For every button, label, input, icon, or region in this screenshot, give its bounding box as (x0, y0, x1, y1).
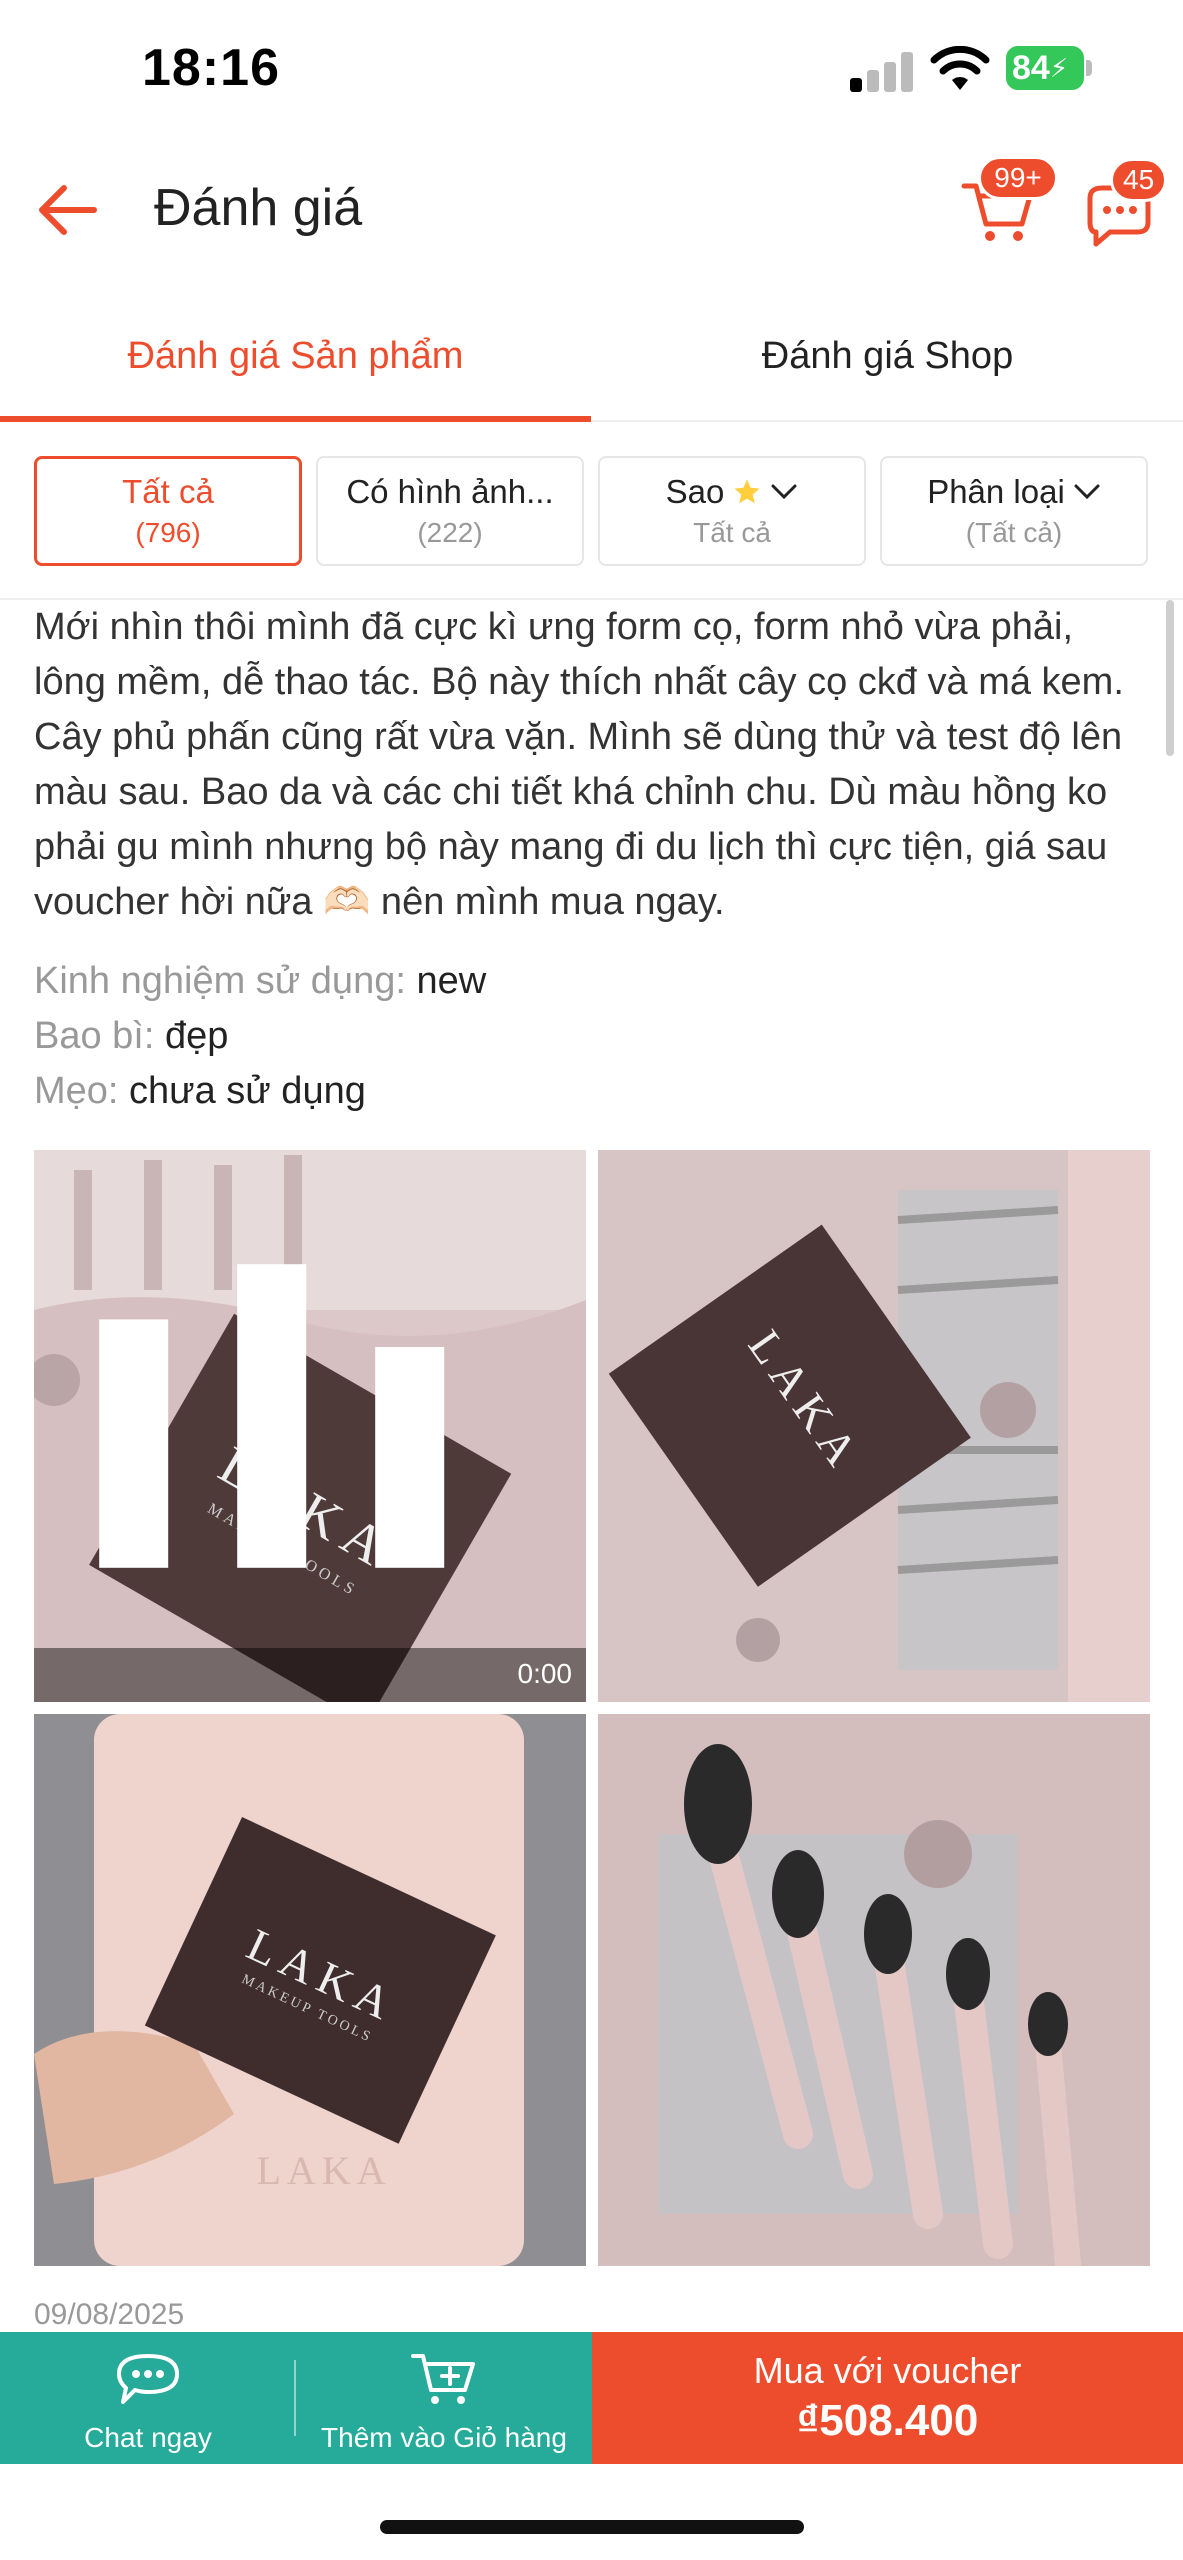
filter-variant[interactable]: Phân loại (Tất cả) (880, 456, 1148, 566)
buy-label: Mua với voucher (753, 2350, 1022, 2391)
chat-now-label: Chat ngay (84, 2422, 212, 2453)
page-title: Đánh giá (154, 179, 363, 237)
cellular-signal-icon (850, 52, 914, 92)
filter-bar: Tất cả (796) Có hình ảnh... (222) Sao Tấ… (0, 424, 1183, 600)
buy-price: ₫508.400 (796, 2396, 979, 2445)
review-date: 09/08/2025 (34, 2298, 185, 2331)
tab-shop-reviews[interactable]: Đánh giá Shop (592, 290, 1183, 422)
photo-brand: LAKA (256, 2148, 391, 2193)
meta-value: new (416, 960, 487, 1002)
meta-key: Mẹo: (34, 1070, 119, 1112)
add-to-cart-label: Thêm vào Giỏ hàng (321, 2422, 567, 2453)
filter-all-label: Tất cả (122, 473, 214, 510)
review-video-thumbnail[interactable]: LAKA MAKEUP TOOLS 0:00 (34, 1150, 586, 1702)
filter-with-media[interactable]: Có hình ảnh... (222) (316, 456, 584, 566)
back-arrow-icon[interactable] (32, 180, 102, 240)
filter-media-label: Có hình ảnh... (346, 473, 554, 510)
filter-all[interactable]: Tất cả (796) (34, 456, 302, 566)
review-media-grid: LAKA MAKEUP TOOLS 0:00 (34, 1150, 1150, 2266)
chevron-down-icon (1074, 484, 1100, 500)
filter-all-count: (796) (135, 517, 201, 548)
status-bar: 18:16 84 ⚡ (0, 0, 1183, 140)
bottom-action-bar: Chat ngay Thêm vào Giỏ hàng Mua với vouc… (0, 2332, 1183, 2464)
meta-key: Bao bì: (34, 1015, 155, 1057)
wifi-icon (930, 46, 990, 90)
video-duration: 0:00 (517, 1658, 573, 1689)
cart-badge: 99+ (978, 156, 1058, 200)
review-photo[interactable] (598, 1714, 1150, 2266)
add-to-cart-icon (411, 2354, 475, 2404)
review-item: Mới nhìn thôi mình đã cực kì ưng form cọ… (34, 600, 1150, 1119)
meta-key: Kinh nghiệm sử dụng: (34, 960, 406, 1002)
filter-variant-label: Phân loại (927, 473, 1065, 510)
filter-stars-label: Sao (665, 473, 725, 510)
review-text: Mới nhìn thôi mình đã cực kì ưng form cọ… (34, 606, 1124, 923)
status-time: 18:16 (142, 39, 280, 97)
chat-badge: 45 (1110, 158, 1168, 202)
filter-stars[interactable]: Sao Tất cả (598, 456, 866, 566)
chevron-down-icon (771, 484, 797, 500)
chat-bubble-icon (117, 2354, 179, 2404)
meta-value: đẹp (164, 1015, 229, 1057)
bottom-left-actions: Chat ngay Thêm vào Giỏ hàng (0, 2332, 592, 2464)
home-indicator[interactable] (380, 2520, 804, 2534)
review-photo[interactable]: LAKA (598, 1150, 1150, 1702)
add-to-cart-button[interactable]: Thêm vào Giỏ hàng (296, 2332, 592, 2464)
meta-value: chưa sử dụng (129, 1070, 366, 1112)
star-icon (734, 479, 760, 504)
filter-stars-value: Tất cả (693, 517, 771, 548)
filter-media-count: (222) (417, 517, 483, 548)
review-photo[interactable]: LAKA MAKEUP TOOLS LAKA (34, 1714, 586, 2266)
battery-icon: 84 ⚡ (1006, 46, 1092, 90)
video-icon (99, 1264, 445, 1568)
buy-with-voucher-button[interactable]: Mua với voucher ₫508.400 (592, 2332, 1183, 2464)
review-tabs: Đánh giá Sản phẩm Đánh giá Shop (0, 290, 1183, 422)
tab-product-reviews[interactable]: Đánh giá Sản phẩm (0, 290, 591, 422)
active-tab-indicator (0, 416, 591, 422)
battery-level: 84 (1012, 48, 1050, 87)
review-meta: Kinh nghiệm sử dụng: new Bao bì: đẹp Mẹo… (34, 954, 1150, 1119)
chat-now-button[interactable]: Chat ngay (0, 2332, 296, 2464)
scrollbar[interactable] (1166, 600, 1174, 756)
filter-variant-value: (Tất cả) (965, 517, 1063, 548)
